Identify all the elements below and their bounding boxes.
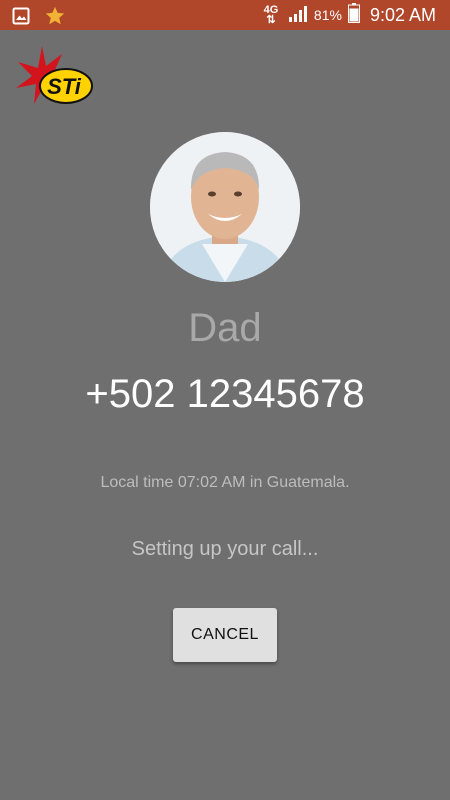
- logo-text: STi: [47, 74, 82, 99]
- battery-icon: [347, 2, 360, 28]
- contact-avatar: [150, 132, 300, 282]
- status-bar: 4G ⇅ 81% 9:02 AM: [0, 0, 450, 30]
- star-icon: [44, 5, 66, 32]
- network-type-indicator: 4G ⇅: [263, 4, 279, 26]
- cancel-button[interactable]: CANCEL: [173, 608, 277, 662]
- call-status-text: Setting up your call...: [131, 538, 319, 560]
- image-icon: [12, 7, 30, 30]
- battery-percent: 81%: [313, 7, 342, 23]
- local-time-text: Local time 07:02 AM in Guatemala.: [100, 474, 350, 491]
- status-time: 9:02 AM: [369, 4, 436, 25]
- sti-logo: STi: [14, 44, 94, 106]
- contact-name: Dad: [188, 306, 262, 350]
- contact-number: +502 12345678: [85, 372, 365, 416]
- signal-icon: [288, 4, 308, 27]
